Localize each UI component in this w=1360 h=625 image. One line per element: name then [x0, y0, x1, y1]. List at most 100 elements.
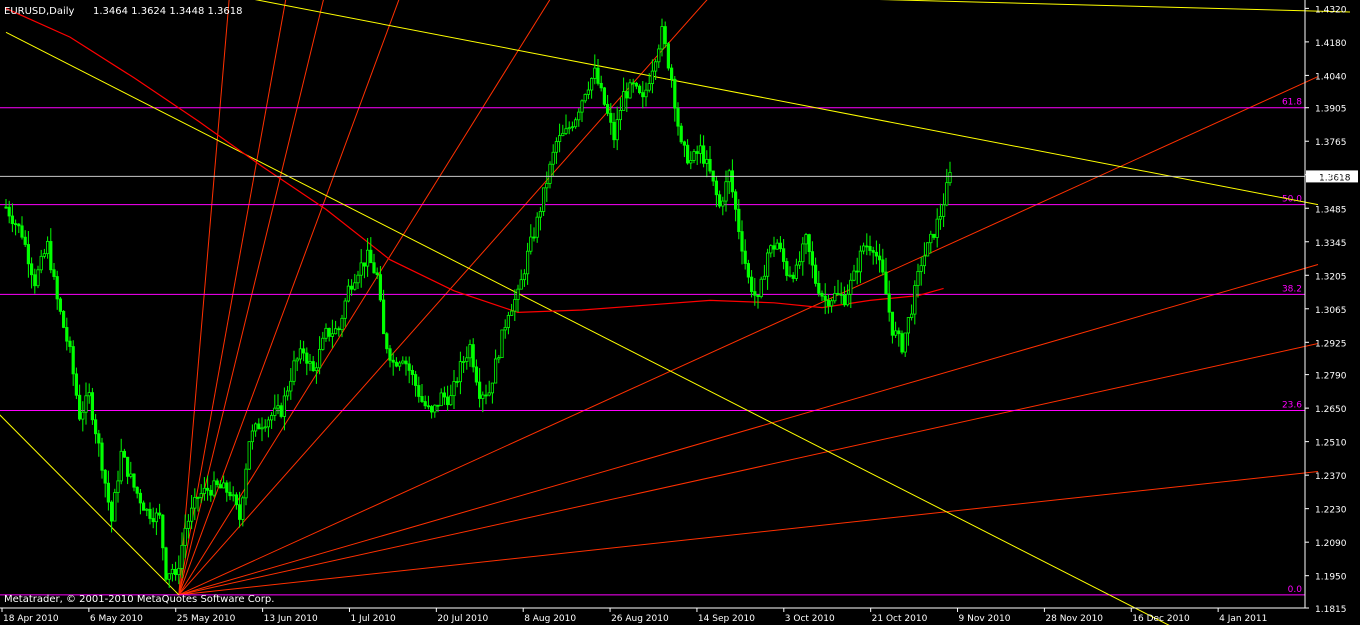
- candle-body: [433, 404, 437, 413]
- candle-body: [385, 333, 389, 350]
- candle-body: [148, 508, 152, 519]
- candle-body: [919, 265, 923, 272]
- candle-body: [910, 313, 914, 318]
- candle-body: [903, 332, 907, 353]
- candle-body: [292, 360, 296, 382]
- candle-body: [657, 48, 661, 63]
- candle-body: [68, 340, 72, 347]
- y-tick-label: 1.2510: [1315, 439, 1347, 449]
- candle-body: [362, 262, 367, 267]
- price-chart[interactable]: 61.850.038.223.60.0 1.3618 1.43201.41801…: [0, 0, 1360, 625]
- candle-body: [628, 82, 632, 99]
- candle-body: [590, 78, 594, 91]
- candle-body: [314, 367, 319, 372]
- candle-body: [298, 348, 303, 360]
- candle-body: [468, 344, 472, 359]
- candle-body: [730, 170, 735, 193]
- candle-body: [71, 346, 75, 375]
- candle-body: [612, 121, 616, 141]
- candle-body: [340, 317, 344, 331]
- candle-body: [65, 327, 69, 342]
- candle-body: [471, 344, 475, 368]
- candle-body: [679, 125, 683, 143]
- y-tick-label: 1.3205: [1315, 272, 1347, 282]
- candle-body: [929, 233, 933, 244]
- candle-body: [183, 528, 187, 546]
- y-tick-label: 1.4180: [1315, 39, 1347, 49]
- candle-body: [189, 507, 194, 522]
- candle-body: [858, 250, 863, 273]
- candle-body: [740, 231, 744, 252]
- y-tick-label: 1.3625: [1315, 172, 1347, 182]
- candle-body: [324, 327, 328, 339]
- candle-body: [846, 293, 850, 306]
- candle-body: [522, 273, 527, 281]
- candle-body: [887, 293, 891, 313]
- candle-body: [455, 381, 459, 383]
- candle-body: [878, 255, 882, 261]
- candle-body: [218, 484, 222, 489]
- candle-body: [692, 151, 696, 161]
- candle-body: [839, 293, 843, 296]
- candle-body: [890, 311, 895, 336]
- candle-body: [317, 349, 322, 369]
- candle-body: [503, 327, 507, 331]
- candle-body: [42, 253, 47, 257]
- candle-body: [702, 145, 706, 164]
- candle-body: [241, 497, 245, 520]
- x-tick-label: 20 Jul 2010: [437, 614, 488, 624]
- x-tick-label: 8 Aug 2010: [524, 614, 576, 624]
- candle-body: [180, 544, 184, 569]
- candle-body: [52, 269, 56, 277]
- candle-body: [823, 295, 827, 301]
- candle-body: [365, 249, 370, 267]
- candle-body: [445, 396, 450, 406]
- candle-body: [423, 401, 427, 407]
- x-tick-label: 16 Dec 2010: [1132, 614, 1190, 624]
- y-tick-label: 1.1950: [1315, 573, 1347, 583]
- candle-body: [103, 469, 107, 484]
- x-tick-label: 18 Apr 2010: [3, 614, 59, 624]
- candle-body: [237, 504, 242, 520]
- y-tick-label: 1.3765: [1315, 138, 1347, 148]
- candle-body: [734, 191, 738, 210]
- y-tick-label: 1.2925: [1315, 339, 1347, 349]
- candle-body: [305, 352, 309, 364]
- candle-body: [497, 357, 501, 360]
- candle-body: [253, 423, 258, 432]
- candle-body: [81, 411, 85, 420]
- candle-body: [676, 107, 680, 127]
- candle-body: [558, 135, 562, 142]
- candle-body: [606, 103, 610, 114]
- candle-body: [356, 274, 360, 284]
- candle-body: [173, 568, 178, 576]
- candle-body: [97, 433, 101, 444]
- candle-body: [346, 285, 351, 302]
- copyright-text: Metatrader, © 2001-2010 MetaQuotes Softw…: [4, 594, 274, 605]
- candle-body: [308, 361, 312, 364]
- candle-body: [369, 249, 373, 264]
- x-tick-label: 1 Jul 2010: [350, 614, 395, 624]
- candle-body: [106, 482, 110, 503]
- candle-body: [759, 278, 763, 298]
- candle-body: [186, 520, 190, 529]
- y-tick-label: 1.2790: [1315, 372, 1347, 382]
- candle-body: [353, 282, 357, 290]
- candle-body: [801, 243, 805, 263]
- candle-body: [145, 508, 149, 511]
- candle-body: [743, 250, 747, 264]
- candle-body: [301, 348, 306, 354]
- candle-body: [519, 279, 523, 290]
- candle-body: [817, 283, 821, 294]
- candle-body: [116, 480, 120, 493]
- candle-body: [487, 392, 491, 396]
- ohlc-readout: 1.3464 1.3624 1.3448 1.3618: [93, 6, 243, 17]
- candle-body: [894, 330, 898, 336]
- candle-body: [138, 492, 142, 504]
- candle-body: [205, 487, 210, 491]
- candle-body: [762, 275, 767, 280]
- candle-body: [782, 248, 786, 262]
- candle-body: [820, 292, 824, 297]
- candle-body: [327, 327, 331, 337]
- candle-body: [199, 493, 203, 498]
